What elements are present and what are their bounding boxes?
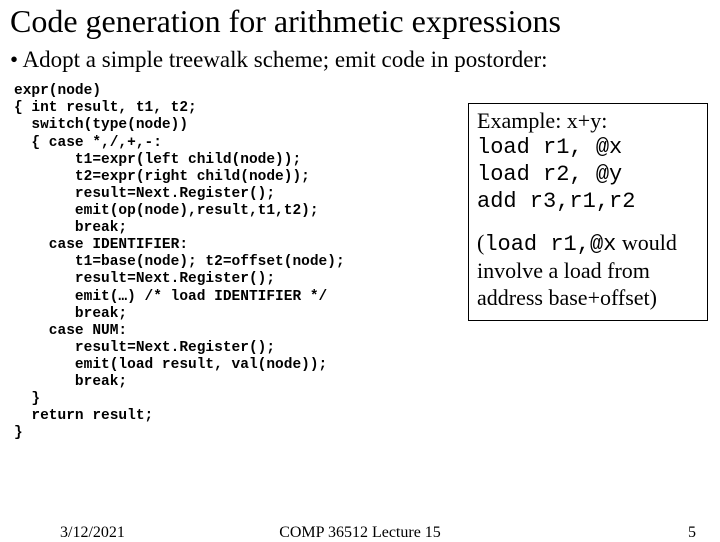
example-heading: Example: x+y: xyxy=(477,108,699,135)
example-note: (load r1,@x would involve a load from ad… xyxy=(477,230,699,312)
example-note-code: load r1,@x xyxy=(484,232,616,257)
example-line-2: load r2, @y xyxy=(477,162,699,189)
bullet-text: Adopt a simple treewalk scheme; emit cod… xyxy=(0,45,720,83)
example-line-3: add r3,r1,r2 xyxy=(477,189,699,216)
footer-center: COMP 36512 Lecture 15 xyxy=(0,524,720,542)
content-area: expr(node) { int result, t1, t2; switch(… xyxy=(0,83,720,442)
code-block: expr(node) { int result, t1, t2; switch(… xyxy=(14,83,444,442)
footer-page: 5 xyxy=(688,524,696,542)
example-box: Example: x+y: load r1, @x load r2, @y ad… xyxy=(468,103,708,321)
example-line-1: load r1, @x xyxy=(477,135,699,162)
slide-title: Code generation for arithmetic expressio… xyxy=(0,0,720,45)
